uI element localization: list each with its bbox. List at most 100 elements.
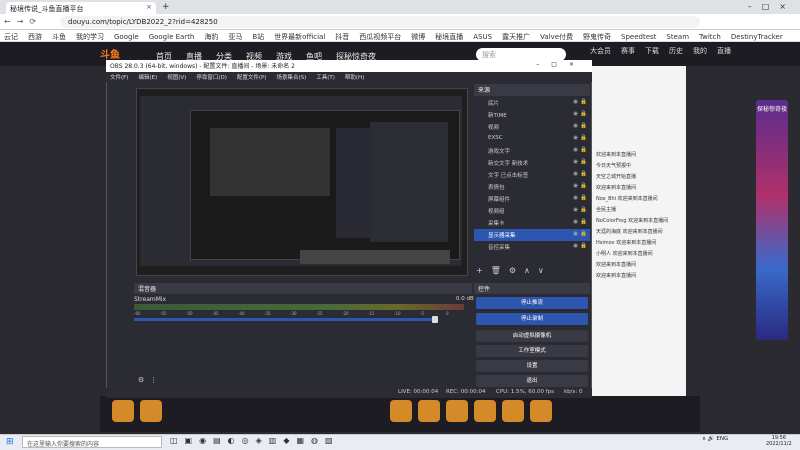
taskbar-search-input[interactable]: 在这里输入你要搜索的内容 [22,436,162,448]
lock-icon[interactable]: 🔒 [580,123,587,129]
clock[interactable]: 19:56 2022/11/2 [766,435,792,447]
control-button-0[interactable]: 停止推流 [476,297,588,309]
bookmark-item[interactable]: Speedtest [621,33,656,41]
source-item[interactable]: 新交文字 新技术 ◉ 🔒 [474,157,590,169]
control-button-5[interactable]: 退出 [476,375,588,387]
lock-icon[interactable]: 🔒 [580,207,587,213]
lock-icon[interactable]: 🔒 [580,99,587,105]
source-item[interactable]: 文字 已点击标签 ◉ 🔒 [474,169,590,181]
visibility-eye-icon[interactable]: ◉ [573,171,578,177]
visibility-eye-icon[interactable]: ◉ [573,207,578,213]
douyu-header-item[interactable]: 历史 [669,47,683,55]
visibility-eye-icon[interactable]: ◉ [573,195,578,201]
bookmark-item[interactable]: 野鬼传奇 [583,33,611,41]
obs-menu-item[interactable]: 帮助(H) [345,75,364,81]
system-tray[interactable]: ∧ 🔊 ENG [702,436,728,442]
visibility-eye-icon[interactable]: ◉ [573,159,578,165]
lock-icon[interactable]: 🔒 [580,243,587,249]
visibility-eye-icon[interactable]: ◉ [573,135,578,141]
new-tab-icon[interactable]: + [162,2,170,12]
source-item[interactable]: 显示器采集 ◉ 🔒 [474,229,590,241]
bookmark-item[interactable]: Google Earth [149,33,195,41]
visibility-eye-icon[interactable]: ◉ [573,147,578,153]
douyu-header-item[interactable]: 我的 [693,47,707,55]
source-item[interactable]: 新TIME ◉ 🔒 [474,109,590,121]
obs-menu-item[interactable]: 文件(F) [110,75,128,81]
lock-icon[interactable]: 🔒 [580,171,587,177]
bookmark-item[interactable]: 亚马 [228,33,242,41]
bookmark-item[interactable]: 露天推广 [502,33,530,41]
volume-slider-handle[interactable] [432,316,438,323]
bookmark-item[interactable]: 我的学习 [76,33,104,41]
visibility-eye-icon[interactable]: ◉ [573,111,578,117]
control-button-3[interactable]: 工作室模式 [476,345,588,357]
visibility-eye-icon[interactable]: ◉ [573,99,578,105]
obs-menu-item[interactable]: 配置文件(P) [237,75,267,81]
volume-slider[interactable] [134,318,434,321]
bookmark-item[interactable]: 西瓜视频平台 [359,33,401,41]
source-item[interactable]: 音控采集 ◉ 🔒 [474,241,590,253]
source-item[interactable]: 屏幕组件 ◉ 🔒 [474,193,590,205]
lang-indicator[interactable]: ENG [716,436,728,442]
gift-icon[interactable] [530,400,552,422]
source-item[interactable]: 视频 ◉ 🔒 [474,121,590,133]
bookmark-item[interactable]: 微博 [411,33,425,41]
bookmark-item[interactable]: Steam [666,33,689,41]
bookmark-item[interactable]: 海豹 [204,33,218,41]
lock-icon[interactable]: 🔒 [580,219,587,225]
gift-icon[interactable] [474,400,496,422]
source-item[interactable]: 表情包 ◉ 🔒 [474,181,590,193]
visibility-eye-icon[interactable]: ◉ [573,123,578,129]
visibility-eye-icon[interactable]: ◉ [573,231,578,237]
gift-icon[interactable] [446,400,468,422]
taskbar-apps[interactable]: ◫▣◉▤◐◎◈▥◆▦◍▧ [170,436,340,445]
obs-menu-item[interactable]: 停靠窗口(D) [196,75,227,81]
bookmark-item[interactable]: Valve付费 [540,33,573,41]
lock-icon[interactable]: 🔒 [580,111,587,117]
obs-menu-item[interactable]: 场景集合(S) [276,75,306,81]
bookmark-item[interactable]: DestinyTracker [731,33,783,41]
nav-buttons[interactable]: ←→⟳ [4,17,42,26]
lock-icon[interactable]: 🔒 [580,135,587,141]
lock-icon[interactable]: 🔒 [580,195,587,201]
gift-icon[interactable] [418,400,440,422]
control-button-4[interactable]: 设置 [476,360,588,372]
control-button-1[interactable]: 停止录制 [476,313,588,325]
windows-start-icon[interactable]: ⊞ [6,437,14,447]
obs-window-controls[interactable]: –□× [536,61,586,68]
source-item[interactable]: EXSC ◉ 🔒 [474,133,590,145]
obs-menu-item[interactable]: 编辑(E) [138,75,157,81]
browser-tab[interactable]: 秘境传说_斗鱼直播平台 × [6,2,156,14]
visibility-eye-icon[interactable]: ◉ [573,243,578,249]
bookmark-item[interactable]: 云记 [4,33,18,41]
window-controls[interactable]: –□× [748,2,796,11]
source-item[interactable]: 游戏文字 ◉ 🔒 [474,145,590,157]
source-item[interactable]: 采集卡 ◉ 🔒 [474,217,590,229]
bookmark-item[interactable]: 斗鱼 [52,33,66,41]
obs-menu-item[interactable]: 工具(T) [316,75,335,81]
source-item[interactable]: 底片 ◉ 🔒 [474,97,590,109]
lock-icon[interactable]: 🔒 [580,159,587,165]
mixer-toolbar[interactable]: ⚙⋮ [138,376,163,384]
control-button-2[interactable]: 启动虚拟摄像机 [476,330,588,342]
bookmark-item[interactable]: ASUS [473,33,492,41]
douyu-header-item[interactable]: 大会员 [590,47,611,55]
bookmark-item[interactable]: B站 [252,33,264,41]
bookmark-item[interactable]: 秘境直播 [435,33,463,41]
close-tab-icon[interactable]: × [146,3,152,11]
douyu-header-item[interactable]: 赛事 [621,47,635,55]
gift-icon[interactable] [502,400,524,422]
bookmark-item[interactable]: 西游 [28,33,42,41]
event-ad-banner[interactable]: 探秘惊奇夜 [756,100,788,340]
visibility-eye-icon[interactable]: ◉ [573,183,578,189]
url-field[interactable]: douyu.com/topic/LYDB2022_2?rid=428250 [60,16,700,28]
bookmark-item[interactable]: 世界最新official [274,33,325,41]
bookmark-item[interactable]: 抖音 [335,33,349,41]
visibility-eye-icon[interactable]: ◉ [573,219,578,225]
lock-icon[interactable]: 🔒 [580,147,587,153]
obs-menu-item[interactable]: 视图(V) [167,75,186,81]
gift-icon[interactable] [390,400,412,422]
lock-icon[interactable]: 🔒 [580,183,587,189]
bookmark-item[interactable]: Twitch [699,33,721,41]
douyu-logo[interactable]: 斗鱼 [100,46,120,61]
